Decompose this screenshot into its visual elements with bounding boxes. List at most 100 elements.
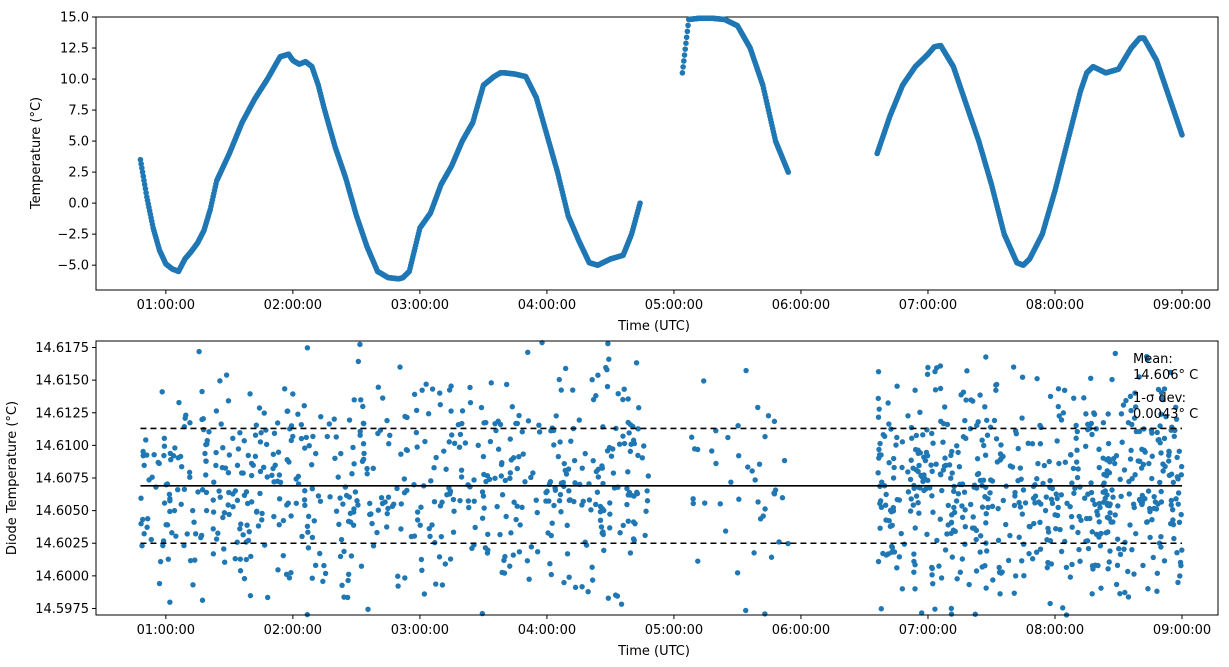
diode-point [568, 438, 574, 444]
diode-point [204, 437, 210, 444]
diode-point [488, 380, 494, 386]
diode-point [1063, 564, 1070, 571]
diode-point [1174, 454, 1180, 461]
diode-point [983, 520, 989, 526]
diode-point [1088, 480, 1094, 486]
diode-point [264, 474, 270, 480]
diode-point [1083, 411, 1089, 417]
diode-point [955, 449, 961, 456]
diode-point [269, 472, 275, 478]
diode-point [913, 493, 920, 499]
diode-point [310, 433, 316, 440]
diode-point [302, 502, 308, 509]
diode-point [275, 449, 282, 455]
diode-point [245, 452, 251, 459]
diode-point [161, 435, 168, 442]
diode-point [1145, 586, 1151, 592]
diode-point [456, 444, 463, 450]
temperature-point [683, 40, 689, 46]
diode-point [1107, 548, 1113, 554]
diode-point [309, 486, 315, 492]
temperature-y-tick-label: 0.0 [68, 197, 89, 212]
diode-point [963, 435, 969, 442]
diode-point [1119, 439, 1125, 445]
diode-point [1155, 437, 1161, 443]
diode-point [630, 519, 637, 525]
diode-point [413, 429, 420, 436]
diode-point [948, 519, 955, 526]
diode-point [1011, 502, 1018, 509]
temperature-point [681, 52, 688, 58]
diode-point [166, 491, 173, 498]
diode-point [1053, 491, 1059, 497]
temperature-panel: 01:00:00 02:00:00 03:00:00 04:00:00 05:00:00… [29, 11, 1219, 334]
diode-point [987, 490, 993, 496]
diode-point [896, 554, 903, 560]
diode-point [458, 474, 465, 480]
diode-point [890, 475, 897, 481]
diode-point [217, 378, 223, 384]
diode-point [589, 577, 596, 583]
diode-point [173, 533, 179, 539]
diode-point [248, 499, 255, 505]
diode-point [190, 582, 196, 588]
diode-point [883, 552, 889, 558]
diode-point [551, 442, 557, 448]
diode-point [930, 580, 936, 587]
diode-point [1058, 548, 1065, 555]
diode-point [765, 413, 772, 419]
diode-point [743, 607, 749, 614]
diode-point [617, 530, 623, 536]
diode-point [1038, 424, 1044, 431]
diode-point [225, 398, 232, 404]
diode-point [1053, 526, 1059, 532]
diode-point [939, 487, 945, 494]
diode-point [1178, 511, 1184, 518]
diode-point [951, 488, 957, 495]
diode-point [1171, 535, 1177, 542]
diode-point [966, 581, 972, 588]
diode-point [572, 584, 579, 591]
diode-point [467, 399, 474, 406]
diode-point [218, 421, 224, 427]
diode-point [516, 412, 522, 419]
diode-point [691, 446, 698, 452]
diode-point [202, 450, 208, 457]
diode-point [925, 364, 931, 371]
diode-point [1019, 511, 1026, 517]
diode-point [298, 435, 305, 442]
diode-point [346, 494, 353, 500]
diode-point [593, 393, 599, 399]
diode-point [404, 487, 410, 494]
diode-point [984, 417, 990, 423]
diode-point [426, 525, 432, 532]
diode-point [417, 522, 423, 528]
diode-point [1120, 402, 1127, 408]
diode-point [576, 417, 582, 423]
diode-point [221, 509, 228, 516]
diode-point [1096, 519, 1102, 525]
diode-point [459, 420, 465, 427]
diode-point [436, 554, 443, 560]
diode-point [143, 437, 149, 443]
diode-point [338, 450, 344, 457]
diode-point [1088, 489, 1095, 496]
diode-point [932, 368, 938, 375]
diode-point [1021, 573, 1027, 579]
diode-point [641, 443, 647, 449]
diode-point [594, 489, 601, 495]
temperature-y-tick-label: 12.5 [60, 42, 89, 57]
diode-point [1104, 514, 1111, 521]
diode-point [548, 532, 554, 539]
diode-point [620, 522, 626, 529]
diode-point [1171, 433, 1177, 440]
diode-point [355, 502, 361, 508]
diode-point [948, 605, 955, 612]
diode-x-tick-label: 02:00:00 [264, 623, 322, 638]
diode-point [555, 453, 562, 460]
diode-point [1007, 532, 1013, 539]
diode-point [1047, 600, 1053, 607]
diode-point [1069, 524, 1075, 530]
diode-point [1011, 590, 1017, 596]
diode-point [910, 465, 916, 471]
